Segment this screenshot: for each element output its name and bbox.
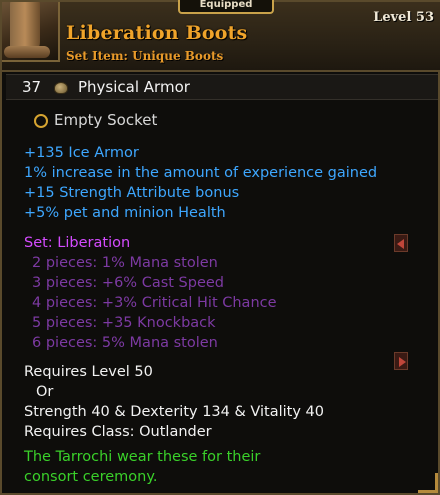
requirement-attributes: Strength 40 & Dexterity 134 & Vitality 4… [24, 404, 324, 420]
flavor-text-line-1: The Tarrochi wear these for their [24, 449, 261, 465]
socket-label: Empty Socket [54, 111, 158, 129]
item-tooltip: Equipped Liberation Boots Set Item: Uniq… [0, 0, 440, 495]
stat-ice-armor: +135 Ice Armor [24, 145, 139, 161]
stat-pet-health: +5% pet and minion Health [24, 205, 226, 221]
set-bonus-2: 2 pieces: 1% Mana stolen [32, 255, 218, 271]
armor-value: 37 [22, 78, 42, 96]
stat-strength: +15 Strength Attribute bonus [24, 185, 240, 201]
flavor-text-line-2: consort ceremony. [24, 469, 158, 485]
requirement-class: Requires Class: Outlander [24, 424, 212, 440]
set-bonus-3: 3 pieces: +6% Cast Speed [32, 275, 225, 291]
stat-experience: 1% increase in the amount of experience … [24, 165, 378, 181]
next-arrow-icon[interactable] [394, 352, 408, 370]
item-name: Liberation Boots [66, 22, 248, 44]
armor-label: Physical Armor [78, 78, 190, 96]
item-level: Level 53 [373, 10, 434, 25]
requirement-or: Or [36, 384, 54, 400]
item-type: Set Item: Unique Boots [66, 49, 224, 63]
requirement-level: Requires Level 50 [24, 364, 153, 380]
tooltip-header: Equipped Liberation Boots Set Item: Uniq… [2, 0, 440, 72]
equipped-badge: Equipped [178, 0, 274, 14]
set-title: Set: Liberation [24, 235, 131, 251]
previous-arrow-icon[interactable] [394, 234, 408, 252]
boots-icon [2, 2, 60, 62]
armor-icon [54, 82, 68, 94]
frame-corner [418, 473, 438, 493]
set-bonus-6: 6 pieces: 5% Mana stolen [32, 335, 218, 351]
set-bonus-4: 4 pieces: +3% Critical Hit Chance [32, 295, 277, 311]
empty-socket-icon [34, 114, 48, 128]
armor-row [6, 74, 438, 100]
set-bonus-5: 5 pieces: +35 Knockback [32, 315, 216, 331]
